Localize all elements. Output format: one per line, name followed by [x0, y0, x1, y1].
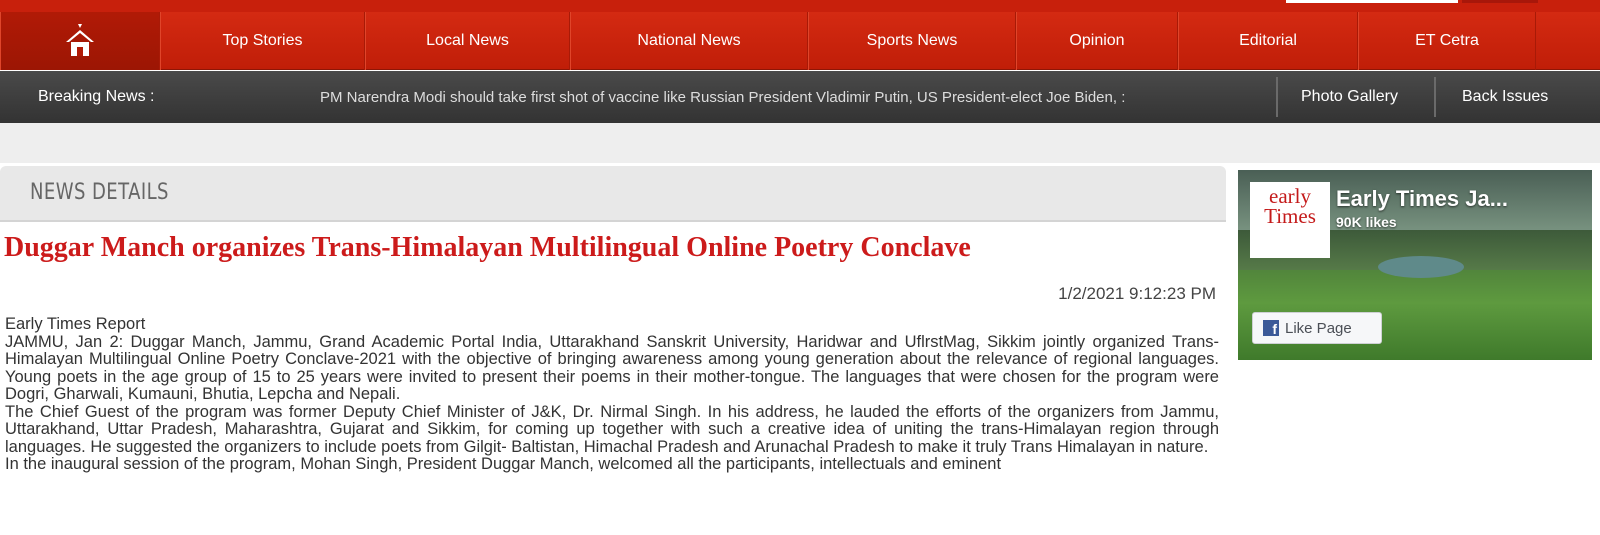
- photo-gallery-link[interactable]: Photo Gallery: [1301, 71, 1398, 123]
- logo-text-line2: Times: [1264, 204, 1316, 228]
- search-input[interactable]: [1286, 0, 1458, 3]
- cover-photo-pond: [1378, 256, 1464, 278]
- spacer-band: [0, 123, 1600, 163]
- nav-national-news[interactable]: National News: [570, 12, 808, 70]
- facebook-page-name[interactable]: Early Times Ja...: [1336, 186, 1508, 212]
- article-byline: Early Times Report: [5, 315, 146, 333]
- news-details-header: NEWS DETAILS: [0, 166, 1226, 222]
- main-nav: Top Stories Local News National News Spo…: [0, 12, 1600, 70]
- facebook-icon: f: [1263, 320, 1279, 336]
- like-page-label: Like Page: [1285, 319, 1352, 337]
- early-times-logo[interactable]: early Times: [1250, 182, 1330, 258]
- nav-local-news[interactable]: Local News: [365, 12, 570, 70]
- article-headline: Duggar Manch organizes Trans-Himalayan M…: [4, 232, 971, 263]
- search-button[interactable]: [1462, 0, 1538, 3]
- divider: [1276, 77, 1278, 117]
- news-details-title: NEWS DETAILS: [30, 180, 169, 205]
- nav-opinion[interactable]: Opinion: [1016, 12, 1178, 70]
- logo-tagline: [1250, 230, 1330, 238]
- facebook-like-count: 90K likes: [1336, 214, 1397, 230]
- breaking-news-label: Breaking News :: [38, 88, 155, 105]
- divider: [1434, 77, 1436, 117]
- article-paragraph: JAMMU, Jan 2: Duggar Manch, Jammu, Grand…: [5, 332, 1219, 403]
- like-page-button[interactable]: f Like Page: [1252, 312, 1382, 344]
- article-paragraph: The Chief Guest of the program was forme…: [5, 402, 1219, 456]
- article-timestamp: 1/2/2021 9:12:23 PM: [1058, 284, 1216, 303]
- nav-top-stories[interactable]: Top Stories: [160, 12, 365, 70]
- breaking-news-ticker[interactable]: PM Narendra Modi should take first shot …: [320, 71, 1272, 123]
- facebook-page-widget[interactable]: early Times Early Times Ja... 90K likes …: [1238, 170, 1592, 360]
- article-body: Early Times Report JAMMU, Jan 2: Duggar …: [5, 315, 1219, 474]
- top-strip: [0, 0, 1600, 12]
- logo-text-line1: early: [1269, 184, 1311, 208]
- back-issues-link[interactable]: Back Issues: [1462, 71, 1548, 123]
- nav-et-cetra[interactable]: ET Cetra: [1358, 12, 1536, 70]
- nav-home[interactable]: [0, 12, 160, 70]
- breaking-news-bar: Breaking News : PM Narendra Modi should …: [0, 71, 1600, 123]
- home-icon: [66, 24, 94, 56]
- nav-sports-news[interactable]: Sports News: [808, 12, 1016, 70]
- nav-editorial[interactable]: Editorial: [1178, 12, 1358, 70]
- article-paragraph: In the inaugural session of the program,…: [5, 455, 1002, 473]
